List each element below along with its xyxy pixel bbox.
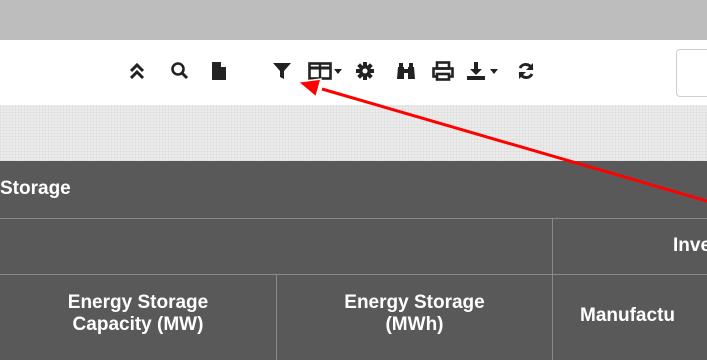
column-header-storage-mwh[interactable]: Energy Storage (MWh) <box>277 292 552 336</box>
grid-title: Storage <box>0 178 71 199</box>
document-icon[interactable] <box>208 57 230 85</box>
grid-group-row: Inve <box>0 219 707 275</box>
columns-icon[interactable] <box>306 57 346 85</box>
search-input[interactable] <box>676 49 707 97</box>
refresh-icon[interactable] <box>514 57 538 85</box>
grid-subheader-bar <box>0 105 707 161</box>
grid-title-row: Storage <box>0 161 707 219</box>
filter-icon[interactable] <box>270 57 294 85</box>
column-header-line: Energy Storage <box>344 292 485 313</box>
download-icon[interactable] <box>464 57 504 85</box>
collapse-icon[interactable] <box>125 57 149 85</box>
column-header-line: (MWh) <box>385 314 444 335</box>
binoculars-icon[interactable] <box>394 57 418 85</box>
print-icon[interactable] <box>430 57 456 85</box>
column-header-line: Capacity (MW) <box>72 314 204 335</box>
gear-icon[interactable] <box>353 57 377 85</box>
column-header-storage-capacity-mw[interactable]: Energy Storage Capacity (MW) <box>0 292 276 336</box>
column-header-manufacturer[interactable]: Manufactu <box>580 305 675 327</box>
column-header-line: Energy Storage <box>67 292 209 313</box>
search-icon[interactable] <box>168 57 192 85</box>
group-header-inverter[interactable]: Inve <box>673 235 707 257</box>
column-divider <box>552 219 553 360</box>
top-bar <box>0 0 707 40</box>
